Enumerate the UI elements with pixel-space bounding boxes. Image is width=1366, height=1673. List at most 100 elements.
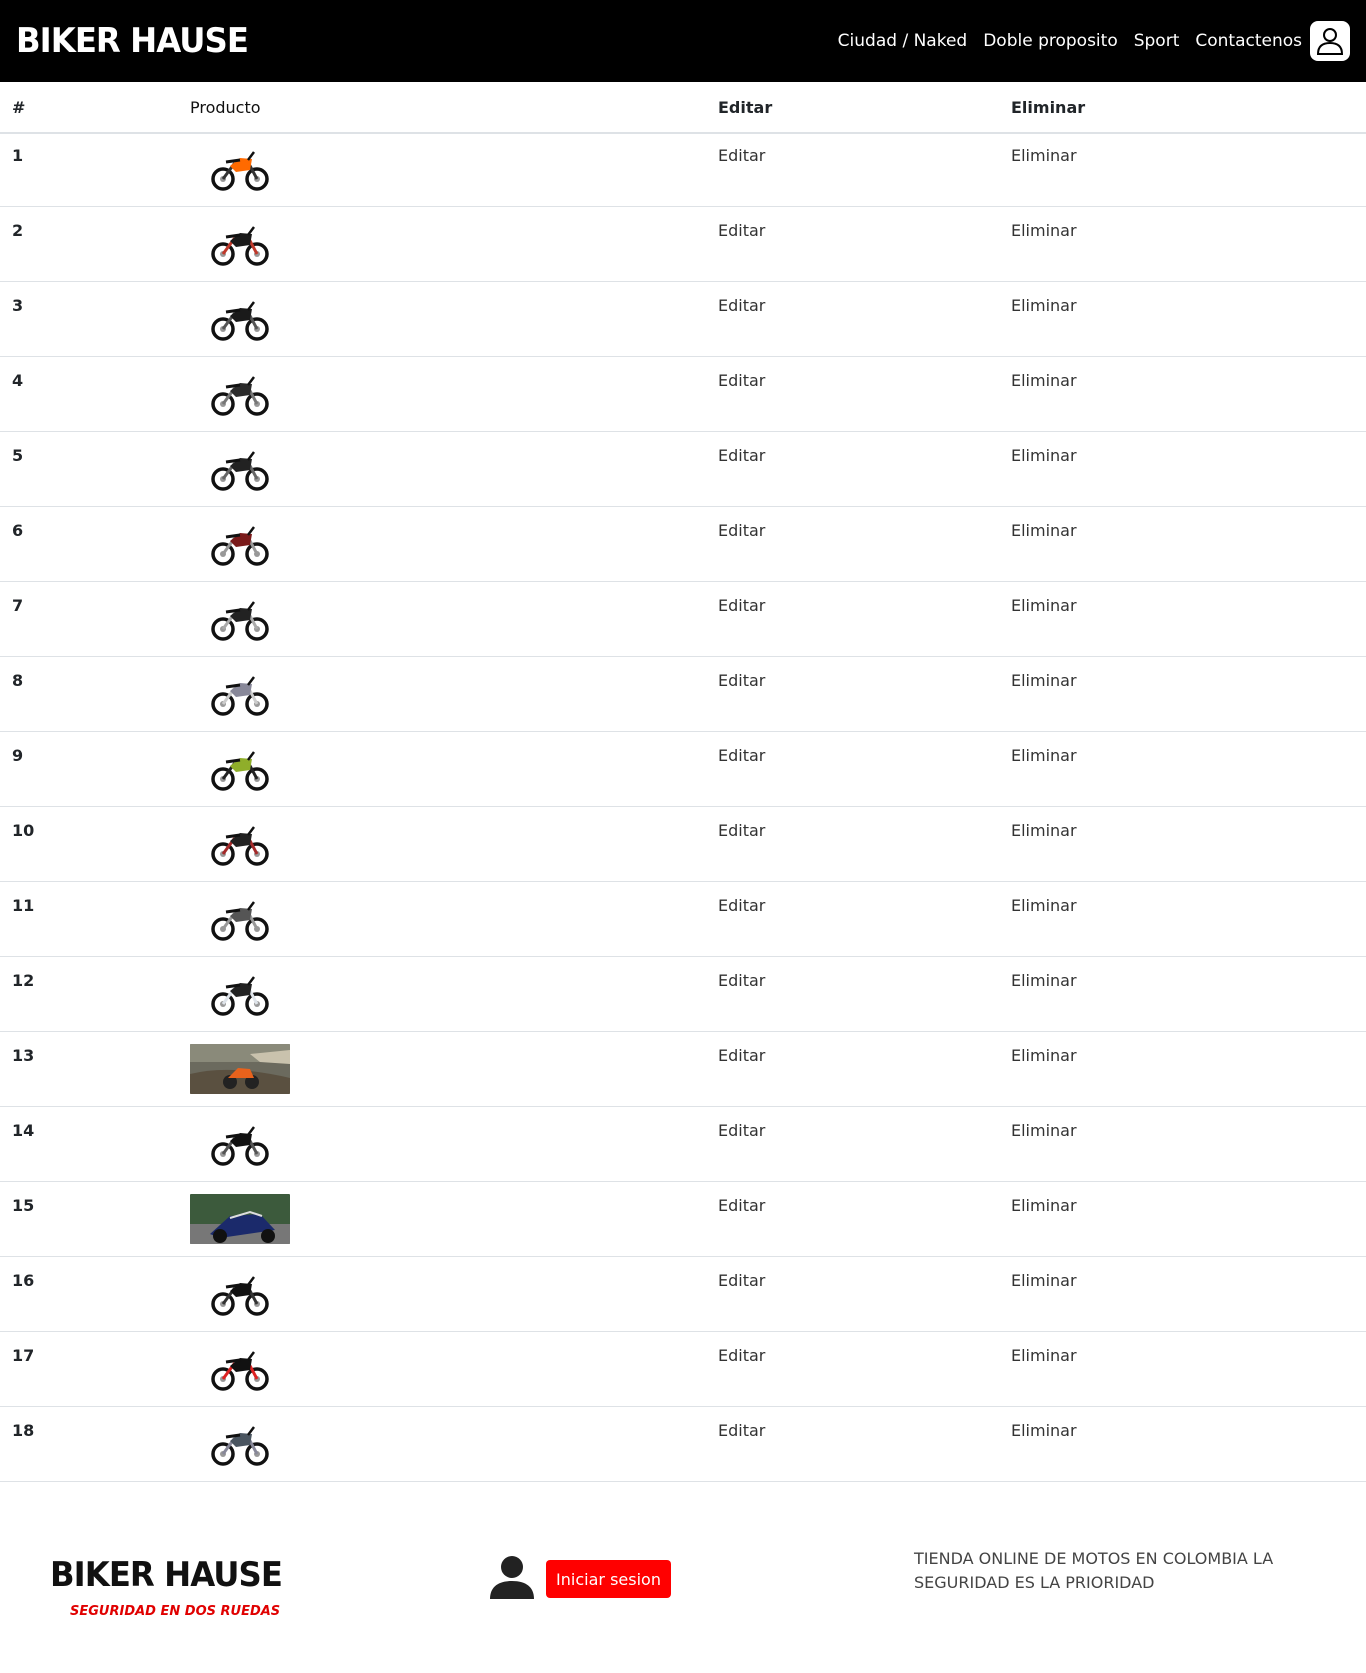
motorcycle-icon (211, 676, 269, 716)
row-number: 15 (12, 1196, 35, 1215)
edit-link[interactable]: Editar (718, 1121, 765, 1141)
row-number: 9 (12, 746, 24, 765)
delete-link[interactable]: Eliminar (1011, 1271, 1077, 1291)
edit-link[interactable]: Editar (718, 446, 765, 466)
edit-link[interactable]: Editar (718, 1271, 765, 1291)
header-product: Producto (190, 98, 261, 117)
delete-link[interactable]: Eliminar (1011, 146, 1077, 166)
delete-link[interactable]: Eliminar (1011, 1346, 1077, 1366)
product-image (190, 1194, 290, 1244)
edit-link[interactable]: Editar (718, 971, 765, 991)
user-filled-icon (490, 1556, 534, 1599)
nav-links: Ciudad / Naked Doble proposito Sport Con… (822, 28, 1302, 54)
row-number: 12 (12, 971, 35, 990)
table-row: 4 Editar Eliminar (0, 357, 1366, 432)
delete-link[interactable]: Eliminar (1011, 221, 1077, 241)
product-image (190, 1044, 290, 1094)
delete-link[interactable]: Eliminar (1011, 296, 1077, 316)
delete-link[interactable]: Eliminar (1011, 1046, 1077, 1066)
product-image (190, 219, 290, 269)
product-image (190, 969, 290, 1019)
product-image (190, 519, 290, 569)
nav-link-sport[interactable]: Sport (1134, 28, 1180, 54)
product-image (190, 444, 290, 494)
edit-link[interactable]: Editar (718, 821, 765, 841)
table-row: 13 Editar Eliminar (0, 1032, 1366, 1107)
product-image (190, 819, 290, 869)
delete-link[interactable]: Eliminar (1011, 821, 1077, 841)
nav-link-ciudad-naked[interactable]: Ciudad / Naked (838, 28, 968, 54)
edit-link[interactable]: Editar (718, 521, 765, 541)
motorcycle-icon (211, 376, 269, 416)
row-number: 14 (12, 1121, 35, 1140)
table-header: # Producto Editar Eliminar (0, 82, 1366, 134)
footer-brand-logo: BIKER HAUSE (50, 1555, 283, 1595)
product-image (190, 369, 290, 419)
header-num: # (12, 98, 26, 117)
row-number: 2 (12, 221, 24, 240)
delete-link[interactable]: Eliminar (1011, 896, 1077, 916)
table-row: 7 Editar Eliminar (0, 582, 1366, 657)
table-row: 8 Editar Eliminar (0, 657, 1366, 732)
login-button[interactable]: Iniciar sesion (546, 1560, 671, 1598)
edit-link[interactable]: Editar (718, 296, 765, 316)
footer-tagline: SEGURIDAD EN DOS RUEDAS (70, 1604, 281, 1619)
delete-link[interactable]: Eliminar (1011, 671, 1077, 691)
user-account-button[interactable] (1310, 21, 1350, 61)
sportbike-photo (190, 1194, 290, 1244)
delete-link[interactable]: Eliminar (1011, 1421, 1077, 1441)
table-row: 16 Editar Eliminar (0, 1257, 1366, 1332)
delete-link[interactable]: Eliminar (1011, 596, 1077, 616)
motorcycle-icon (211, 1351, 269, 1391)
edit-link[interactable]: Editar (718, 596, 765, 616)
table-row: 17 Editar Eliminar (0, 1332, 1366, 1407)
row-number: 4 (12, 371, 24, 390)
motorcycle-icon (211, 526, 269, 566)
delete-link[interactable]: Eliminar (1011, 446, 1077, 466)
edit-link[interactable]: Editar (718, 1421, 765, 1441)
edit-link[interactable]: Editar (718, 746, 765, 766)
row-number: 6 (12, 521, 24, 540)
nav-link-contactenos[interactable]: Contactenos (1195, 28, 1302, 54)
row-number: 5 (12, 446, 24, 465)
edit-link[interactable]: Editar (718, 671, 765, 691)
nav-link-doble-proposito[interactable]: Doble proposito (983, 28, 1118, 54)
table-row: 10 Editar Eliminar (0, 807, 1366, 882)
product-image (190, 1119, 290, 1169)
edit-link[interactable]: Editar (718, 221, 765, 241)
table-row: 14 Editar Eliminar (0, 1107, 1366, 1182)
edit-link[interactable]: Editar (718, 371, 765, 391)
motorcycle-icon (211, 1426, 269, 1466)
product-image (190, 744, 290, 794)
product-image (190, 144, 290, 194)
row-number: 18 (12, 1421, 35, 1440)
delete-link[interactable]: Eliminar (1011, 746, 1077, 766)
edit-link[interactable]: Editar (718, 1346, 765, 1366)
row-number: 11 (12, 896, 35, 915)
table-row: 3 Editar Eliminar (0, 282, 1366, 357)
row-number: 8 (12, 671, 24, 690)
delete-link[interactable]: Eliminar (1011, 521, 1077, 541)
table-row: 5 Editar Eliminar (0, 432, 1366, 507)
delete-link[interactable]: Eliminar (1011, 1196, 1077, 1216)
footer-description: TIENDA ONLINE DE MOTOS EN COLOMBIA LA SE… (914, 1549, 1274, 1592)
table-row: 2 Editar Eliminar (0, 207, 1366, 282)
row-number: 1 (12, 146, 24, 165)
product-image (190, 669, 290, 719)
row-number: 7 (12, 596, 24, 615)
motorcycle-icon (211, 1276, 269, 1316)
motorcycle-icon (211, 826, 269, 866)
row-number: 17 (12, 1346, 35, 1365)
delete-link[interactable]: Eliminar (1011, 1121, 1077, 1141)
product-image (190, 894, 290, 944)
delete-link[interactable]: Eliminar (1011, 971, 1077, 991)
edit-link[interactable]: Editar (718, 1046, 765, 1066)
table-row: 15 Editar Eliminar (0, 1182, 1366, 1257)
brand-logo[interactable]: BIKER HAUSE (16, 18, 249, 64)
edit-link[interactable]: Editar (718, 1196, 765, 1216)
motorcycle-icon (211, 751, 269, 791)
edit-link[interactable]: Editar (718, 146, 765, 166)
edit-link[interactable]: Editar (718, 896, 765, 916)
delete-link[interactable]: Eliminar (1011, 371, 1077, 391)
row-number: 16 (12, 1271, 35, 1290)
